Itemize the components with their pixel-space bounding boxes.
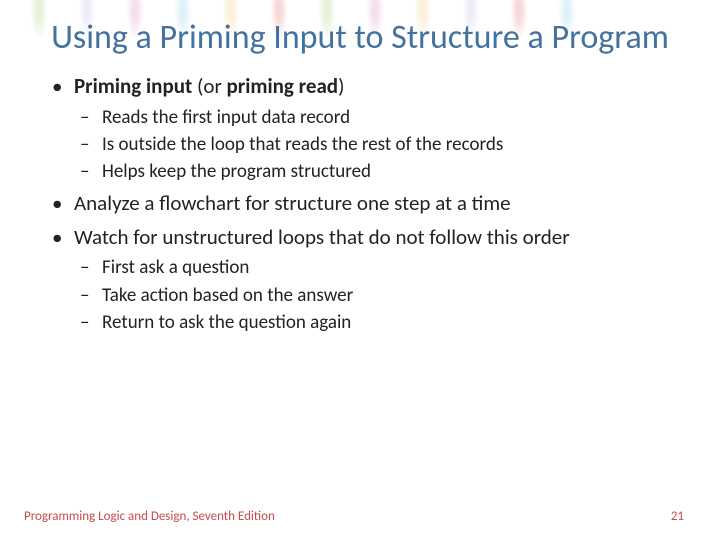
sub-bullet: First ask a question bbox=[74, 255, 672, 280]
sub-bullet: Is outside the loop that reads the rest … bbox=[74, 132, 672, 157]
bullet-unstructured-loops: Watch for unstructured loops that do not… bbox=[48, 224, 672, 335]
term-priming-input: Priming input bbox=[74, 73, 192, 99]
text-segment: (or bbox=[192, 73, 226, 99]
sub-bullet: Reads the first input data record bbox=[74, 105, 672, 130]
sub-bullet: Take action based on the answer bbox=[74, 283, 672, 308]
term-priming-read: priming read bbox=[227, 73, 339, 99]
bullet-analyze-flowchart: Analyze a flowchart for structure one st… bbox=[48, 190, 672, 218]
bullet-text: Watch for unstructured loops that do not… bbox=[74, 224, 570, 250]
slide-footer: Programming Logic and Design, Seventh Ed… bbox=[0, 509, 720, 524]
slide-title: Using a Priming Input to Structure a Pro… bbox=[0, 0, 720, 73]
text-segment: ) bbox=[338, 73, 344, 99]
slide-body: Priming input (or priming read) Reads th… bbox=[0, 73, 720, 335]
sub-bullet: Helps keep the program structured bbox=[74, 159, 672, 184]
page-number: 21 bbox=[671, 509, 684, 524]
bullet-priming-input: Priming input (or priming read) Reads th… bbox=[48, 73, 672, 184]
sub-bullet: Return to ask the question again bbox=[74, 310, 672, 335]
footer-source: Programming Logic and Design, Seventh Ed… bbox=[24, 509, 275, 524]
